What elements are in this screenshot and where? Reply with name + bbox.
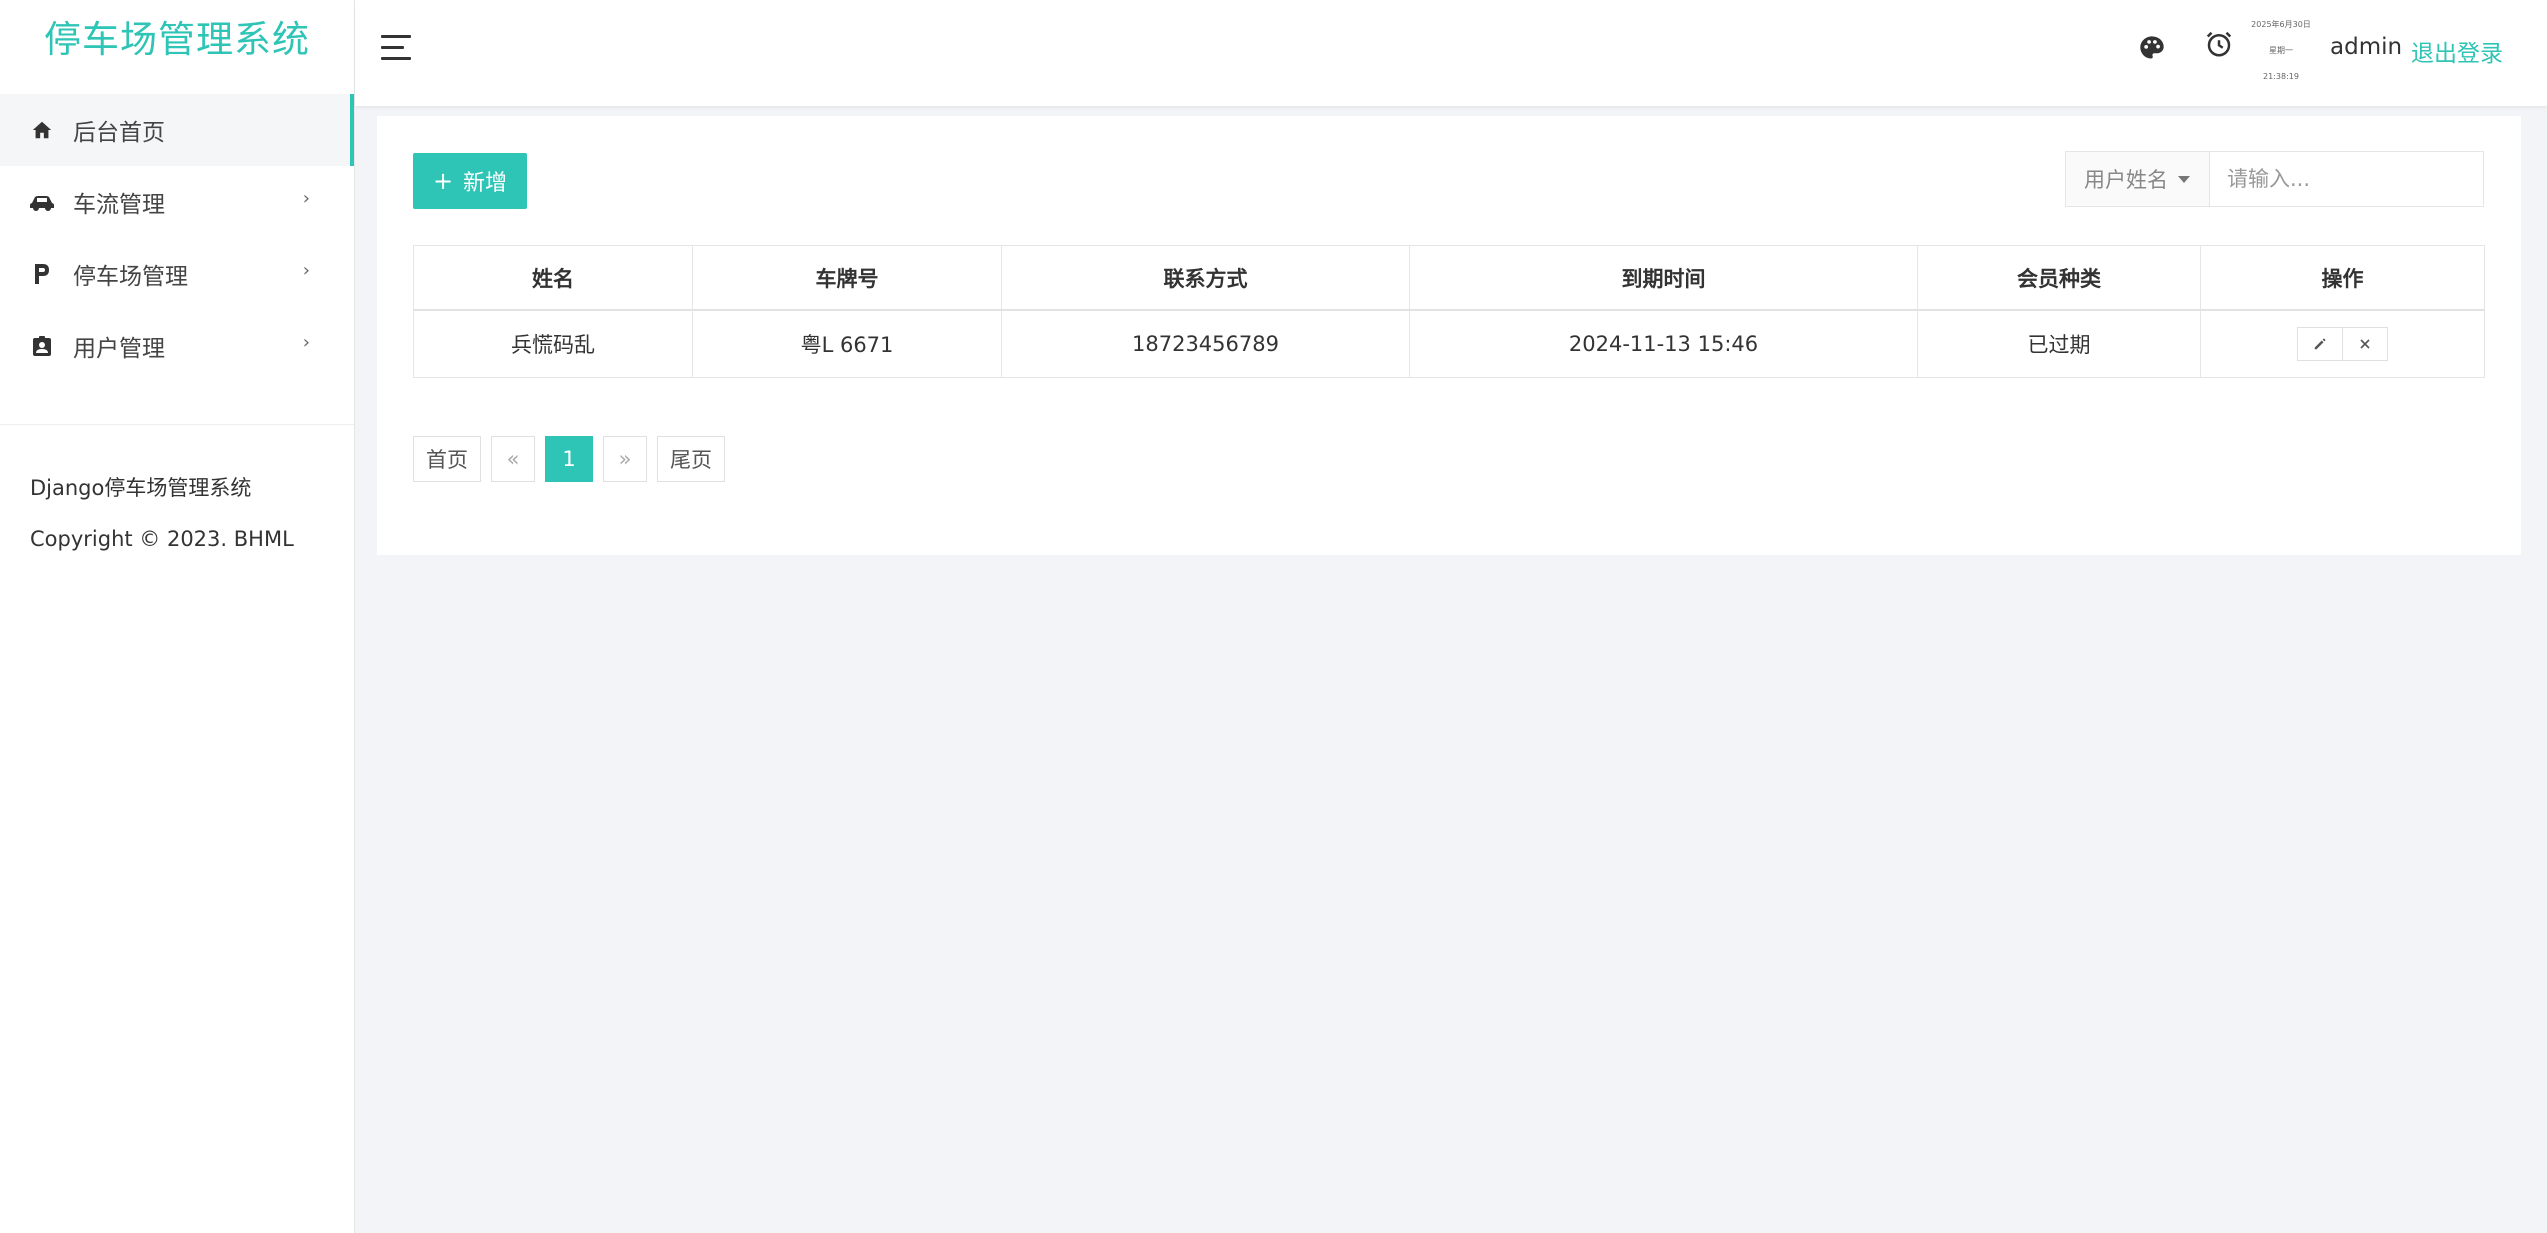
page-last-button[interactable]: 尾页 bbox=[657, 436, 725, 482]
page-first-button[interactable]: 首页 bbox=[413, 436, 481, 482]
page-prev-button[interactable]: « bbox=[491, 436, 535, 482]
sidebar-item-label: 停车场管理 bbox=[73, 264, 188, 290]
pagination: 首页 « 1 » 尾页 bbox=[413, 436, 735, 482]
cell-member-type: 已过期 bbox=[1917, 309, 2201, 378]
sidebar-item-users[interactable]: 用户管理 › bbox=[0, 310, 354, 382]
page-next-button[interactable]: » bbox=[603, 436, 647, 482]
search-field-value: 用户姓名 bbox=[2084, 168, 2168, 192]
column-header-member-type: 会员种类 bbox=[1917, 245, 2201, 311]
footer-copyright: Copyright © 2023. BHML bbox=[30, 527, 294, 551]
column-header-phone: 联系方式 bbox=[1001, 245, 1410, 311]
sidebar: 停车场管理系统 后台首页 车流管理 › 停车场管理 › 用户管理 › Djang… bbox=[0, 0, 355, 1233]
column-header-name: 姓名 bbox=[413, 245, 693, 311]
chevron-right-icon: › bbox=[302, 260, 310, 281]
cell-expire: 2024-11-13 15:46 bbox=[1409, 309, 1918, 378]
sidebar-item-label: 用户管理 bbox=[73, 336, 165, 362]
caret-down-icon bbox=[2178, 175, 2190, 183]
edit-icon bbox=[2314, 338, 2326, 350]
table-header-row: 姓名 车牌号 联系方式 到期时间 会员种类 操作 bbox=[413, 245, 2485, 311]
add-button[interactable]: + 新增 bbox=[413, 153, 527, 209]
search-input[interactable] bbox=[2210, 151, 2484, 207]
table-row: 兵慌码乱 粤L 6671 18723456789 2024-11-13 15:4… bbox=[413, 309, 2485, 378]
cell-name: 兵慌码乱 bbox=[413, 309, 693, 378]
clock-date: 2025年6月30日 bbox=[2251, 20, 2311, 29]
sidebar-item-dashboard[interactable]: 后台首页 bbox=[0, 94, 354, 166]
parking-icon bbox=[28, 260, 56, 288]
content-card: + 新增 用户姓名 姓名 车牌号 联系方式 到期时间 会员种类 操作 兵慌码乱 … bbox=[377, 116, 2521, 555]
sidebar-item-label: 车流管理 bbox=[73, 192, 165, 218]
chevron-right-icon: › bbox=[302, 332, 310, 353]
sidebar-menu: 后台首页 车流管理 › 停车场管理 › 用户管理 › bbox=[0, 94, 354, 382]
plus-icon: + bbox=[432, 167, 454, 195]
column-header-actions: 操作 bbox=[2200, 245, 2485, 311]
cell-actions bbox=[2200, 309, 2485, 378]
page-current-button[interactable]: 1 bbox=[545, 436, 593, 482]
brand-title: 停车场管理系统 bbox=[44, 18, 310, 61]
cell-plate: 粤L 6671 bbox=[692, 309, 1002, 378]
add-button-label: 新增 bbox=[463, 171, 508, 196]
records-table: 姓名 车牌号 联系方式 到期时间 会员种类 操作 兵慌码乱 粤L 6671 18… bbox=[413, 245, 2485, 378]
column-header-expire: 到期时间 bbox=[1409, 245, 1918, 311]
edit-button[interactable] bbox=[2297, 327, 2343, 361]
search-field-select[interactable]: 用户姓名 bbox=[2065, 151, 2210, 207]
palette-icon[interactable] bbox=[2135, 31, 2169, 65]
alarm-clock-icon[interactable] bbox=[2202, 27, 2236, 61]
delete-icon bbox=[2360, 339, 2370, 349]
chevron-right-icon: › bbox=[302, 188, 310, 209]
sidebar-item-traffic[interactable]: 车流管理 › bbox=[0, 166, 354, 238]
home-icon bbox=[28, 116, 56, 144]
sidebar-item-parking[interactable]: 停车场管理 › bbox=[0, 238, 354, 310]
cell-phone: 18723456789 bbox=[1001, 309, 1410, 378]
username-label: admin bbox=[2330, 34, 2403, 60]
clock-time: 21:38:19 bbox=[2263, 72, 2299, 81]
footer-app-name: Django停车场管理系统 bbox=[30, 476, 252, 500]
logout-link[interactable]: 退出登录 bbox=[2411, 34, 2503, 68]
user-badge-icon bbox=[28, 332, 56, 360]
clock-weekday: 星期一 bbox=[2269, 46, 2293, 55]
column-header-plate: 车牌号 bbox=[692, 245, 1002, 311]
row-actions bbox=[2297, 327, 2388, 361]
clock-display: 2025年6月30日 星期一 21:38:19 bbox=[2241, 12, 2321, 90]
sidebar-item-label: 后台首页 bbox=[73, 120, 165, 146]
car-icon bbox=[28, 188, 56, 216]
delete-button[interactable] bbox=[2343, 327, 2388, 361]
menu-toggle-icon[interactable] bbox=[381, 35, 413, 61]
sidebar-footer: Django停车场管理系统 Copyright © 2023. BHML bbox=[0, 425, 354, 565]
top-header: 2025年6月30日 星期一 21:38:19 admin 退出登录 bbox=[355, 0, 2547, 106]
